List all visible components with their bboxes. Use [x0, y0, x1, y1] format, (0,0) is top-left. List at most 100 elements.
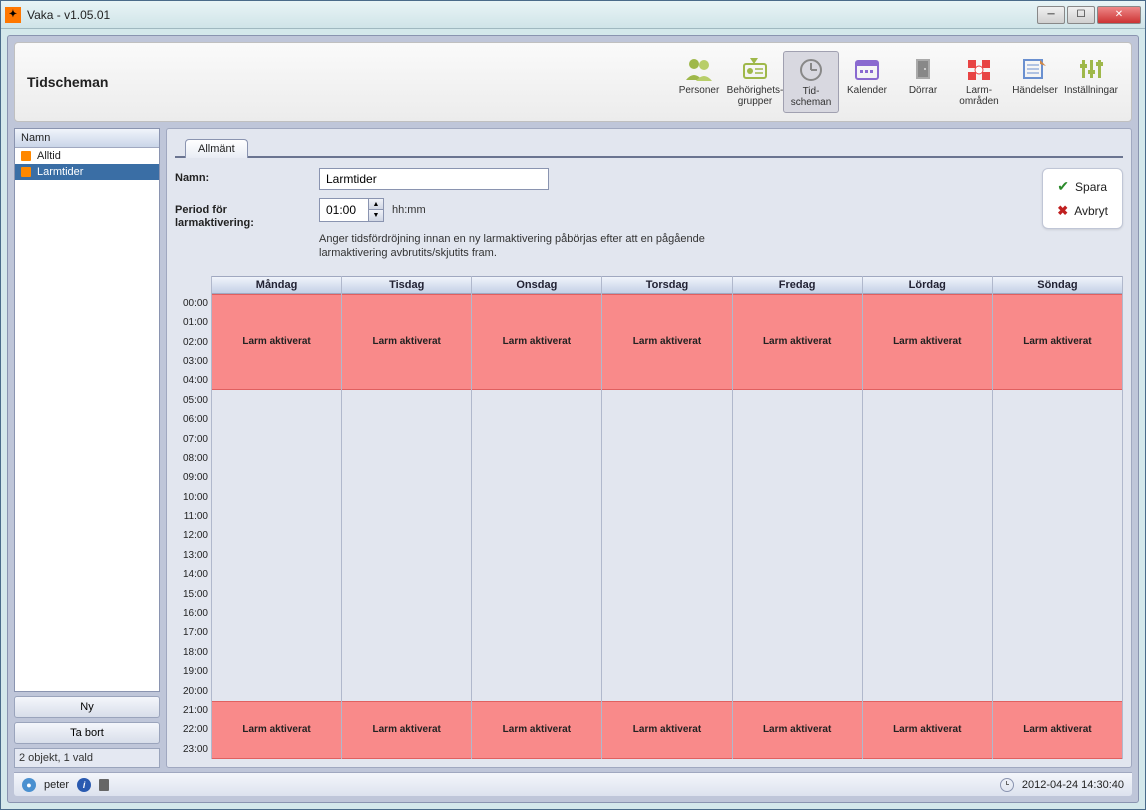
- day-body[interactable]: Larm aktiverat Larm aktiverat: [863, 294, 992, 759]
- day-header: Onsdag: [472, 276, 601, 294]
- new-button[interactable]: Ny: [14, 696, 160, 718]
- toolbar: Tidscheman PersonerBehörighets-grupper Ti…: [14, 42, 1132, 122]
- time-label: 17:00: [175, 623, 211, 642]
- time-label: 01:00: [175, 313, 211, 332]
- content-panel: Allmänt Namn: Period för larmaktivering:: [166, 128, 1132, 768]
- time-label: 07:00: [175, 429, 211, 448]
- spin-down-button[interactable]: ▼: [369, 210, 383, 221]
- alarm-block[interactable]: Larm aktiverat: [733, 701, 862, 759]
- toolbar-label: Tid-scheman: [791, 86, 832, 108]
- toolbar-dorrar[interactable]: Dörrar: [895, 51, 951, 113]
- time-label: 03:00: [175, 352, 211, 371]
- day-body[interactable]: Larm aktiverat Larm aktiverat: [342, 294, 471, 759]
- day-column: FredagLarm aktiveratLarm aktiverat: [732, 276, 862, 759]
- day-body[interactable]: Larm aktiverat Larm aktiverat: [993, 294, 1122, 759]
- page-title: Tidscheman: [27, 74, 108, 90]
- time-label: 11:00: [175, 507, 211, 526]
- user-icon: ●: [22, 778, 36, 792]
- statusbar: ● peter i 2012-04-24 14:30:40: [14, 772, 1132, 796]
- titlebar: ✦ Vaka - v1.05.01 ─ ☐ ✕: [1, 1, 1145, 29]
- toolbar-larmomraden[interactable]: Larm-områden: [951, 51, 1007, 113]
- toolbar-label: Inställningar: [1064, 85, 1118, 107]
- handelser-icon: [1020, 55, 1050, 83]
- sidebar: Namn AlltidLarmtider Ny Ta bort 2 objekt…: [14, 128, 160, 768]
- time-label: 21:00: [175, 701, 211, 720]
- alarm-block[interactable]: Larm aktiverat: [212, 701, 341, 759]
- save-button[interactable]: ✔ Spara: [1053, 175, 1112, 198]
- name-label: Namn:: [175, 168, 305, 188]
- day-body[interactable]: Larm aktiverat Larm aktiverat: [212, 294, 341, 759]
- clock-icon: [1000, 778, 1014, 792]
- save-label: Spara: [1075, 180, 1107, 194]
- day-header: Fredag: [733, 276, 862, 294]
- alarm-block[interactable]: Larm aktiverat: [602, 294, 731, 391]
- alarm-block[interactable]: Larm aktiverat: [342, 294, 471, 391]
- delete-button[interactable]: Ta bort: [14, 722, 160, 744]
- time-label: 02:00: [175, 332, 211, 351]
- name-input[interactable]: [319, 168, 549, 190]
- toolbar-tidscheman[interactable]: Tid-scheman: [783, 51, 839, 113]
- alarm-block[interactable]: Larm aktiverat: [342, 701, 471, 759]
- alarm-block[interactable]: Larm aktiverat: [993, 701, 1122, 759]
- dorrar-icon: [908, 55, 938, 83]
- alarm-block[interactable]: Larm aktiverat: [993, 294, 1122, 391]
- time-label: 23:00: [175, 740, 211, 759]
- day-header: Måndag: [212, 276, 341, 294]
- cancel-button[interactable]: ✖ Avbryt: [1053, 200, 1112, 222]
- close-button[interactable]: ✕: [1097, 6, 1141, 24]
- time-label: 12:00: [175, 526, 211, 545]
- toolbar-label: Behörighets-grupper: [727, 85, 784, 107]
- period-spinner[interactable]: ▲ ▼: [319, 198, 384, 222]
- time-label: 04:00: [175, 371, 211, 390]
- alarm-block[interactable]: Larm aktiverat: [472, 701, 601, 759]
- day-column: SöndagLarm aktiveratLarm aktiverat: [992, 276, 1123, 759]
- window-title: Vaka - v1.05.01: [27, 8, 1037, 22]
- alarm-block[interactable]: Larm aktiverat: [863, 294, 992, 391]
- toolbar-kalender[interactable]: Kalender: [839, 51, 895, 113]
- time-label: 06:00: [175, 410, 211, 429]
- day-header: Söndag: [993, 276, 1122, 294]
- alarm-block[interactable]: Larm aktiverat: [863, 701, 992, 759]
- tab-general[interactable]: Allmänt: [185, 139, 248, 158]
- list-item[interactable]: Alltid: [15, 148, 159, 164]
- time-label: 08:00: [175, 449, 211, 468]
- installningar-icon: [1076, 55, 1106, 83]
- minimize-button[interactable]: ─: [1037, 6, 1065, 24]
- sidebar-status: 2 objekt, 1 vald: [14, 748, 160, 768]
- alarm-block[interactable]: Larm aktiverat: [733, 294, 862, 391]
- status-datetime: 2012-04-24 14:30:40: [1022, 779, 1124, 791]
- kalender-icon: [852, 55, 882, 83]
- day-body[interactable]: Larm aktiverat Larm aktiverat: [733, 294, 862, 759]
- toolbar-label: Kalender: [847, 85, 887, 107]
- period-input[interactable]: [320, 199, 368, 221]
- day-body[interactable]: Larm aktiverat Larm aktiverat: [472, 294, 601, 759]
- day-header: Tisdag: [342, 276, 471, 294]
- day-body[interactable]: Larm aktiverat Larm aktiverat: [602, 294, 731, 759]
- cross-icon: ✖: [1057, 203, 1068, 219]
- device-icon[interactable]: [99, 779, 109, 791]
- time-label: 14:00: [175, 565, 211, 584]
- info-icon[interactable]: i: [77, 778, 91, 792]
- maximize-button[interactable]: ☐: [1067, 6, 1095, 24]
- toolbar-behorighet[interactable]: Behörighets-grupper: [727, 51, 783, 113]
- spin-up-button[interactable]: ▲: [369, 199, 383, 210]
- day-header: Torsdag: [602, 276, 731, 294]
- toolbar-label: Larm-områden: [959, 85, 998, 107]
- larmomraden-icon: [964, 55, 994, 83]
- toolbar-installningar[interactable]: Inställningar: [1063, 51, 1119, 113]
- schedule-list: Namn AlltidLarmtider: [14, 128, 160, 692]
- help-text: Anger tidsfördröjning innan en ny larmak…: [319, 232, 739, 261]
- list-header: Namn: [15, 129, 159, 148]
- toolbar-handelser[interactable]: Händelser: [1007, 51, 1063, 113]
- schedule-grid: 00:0001:0002:0003:0004:0005:0006:0007:00…: [175, 275, 1123, 759]
- alarm-block[interactable]: Larm aktiverat: [472, 294, 601, 391]
- list-item[interactable]: Larmtider: [15, 164, 159, 180]
- time-label: 19:00: [175, 662, 211, 681]
- alarm-block[interactable]: Larm aktiverat: [212, 294, 341, 391]
- status-user: peter: [44, 779, 69, 791]
- hhmm-label: hh:mm: [392, 204, 426, 216]
- toolbar-personer[interactable]: Personer: [671, 51, 727, 113]
- alarm-block[interactable]: Larm aktiverat: [602, 701, 731, 759]
- day-column: LördagLarm aktiveratLarm aktiverat: [862, 276, 992, 759]
- action-box: ✔ Spara ✖ Avbryt: [1042, 168, 1123, 229]
